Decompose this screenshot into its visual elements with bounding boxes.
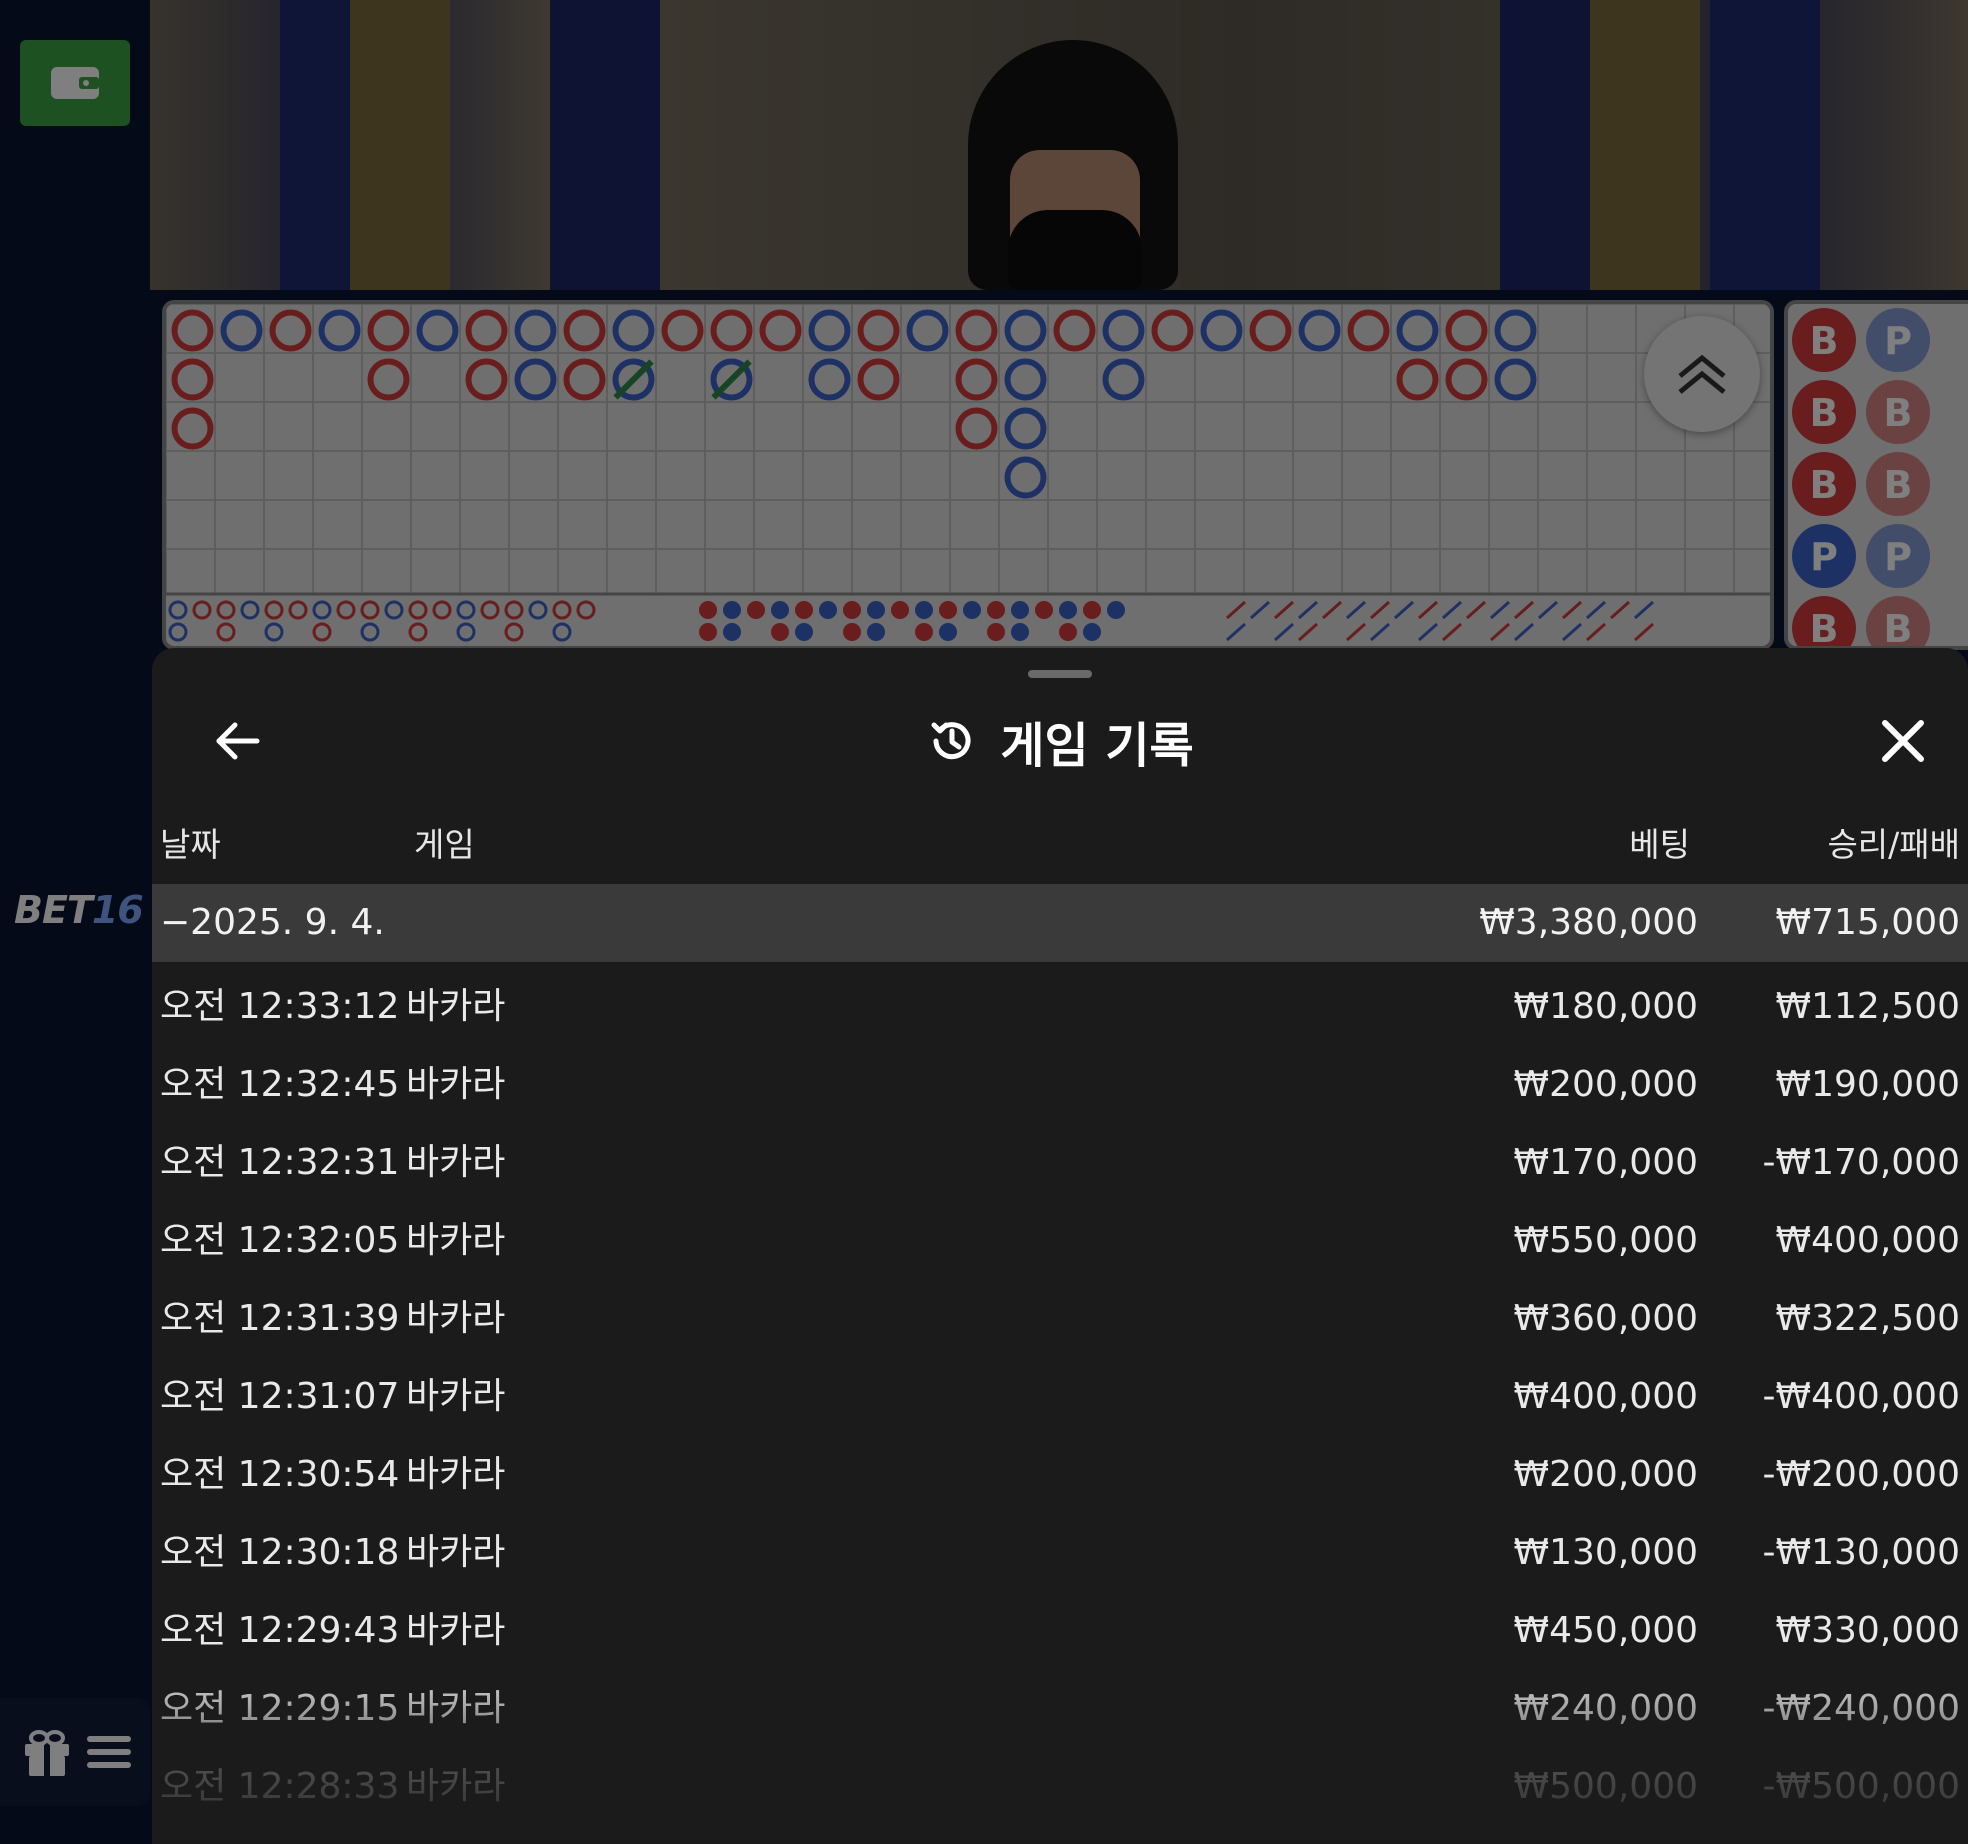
table-row[interactable]: 오전 12:32:05 바카라 ₩550,000 ₩400,000 bbox=[152, 1202, 1968, 1280]
row-game: 바카라 bbox=[406, 1688, 506, 1729]
date-group-bet-total: ₩3,380,000 bbox=[1479, 902, 1698, 943]
column-header-game: 게임 bbox=[414, 825, 475, 864]
row-time: 오전 12:32:31 bbox=[160, 1142, 400, 1183]
row-result: ₩112,500 bbox=[1775, 986, 1960, 1027]
table-row[interactable]: 오전 12:30:54 바카라 ₩200,000 -₩200,000 bbox=[152, 1436, 1968, 1514]
table-row[interactable]: 오전 12:31:07 바카라 ₩400,000 -₩400,000 bbox=[152, 1358, 1968, 1436]
column-header-bet: 베팅 bbox=[1629, 825, 1690, 864]
row-game: 바카라 bbox=[406, 1298, 506, 1339]
row-game: 바카라 bbox=[406, 1610, 506, 1651]
row-time: 오전 12:31:07 bbox=[160, 1376, 400, 1417]
row-result: ₩400,000 bbox=[1775, 1220, 1960, 1261]
row-bet: ₩400,000 bbox=[1513, 1376, 1698, 1417]
row-time: 오전 12:29:43 bbox=[160, 1610, 400, 1651]
table-row[interactable]: 오전 12:29:43 바카라 ₩450,000 ₩330,000 bbox=[152, 1592, 1968, 1670]
table-row[interactable]: 오전 12:29:15 바카라 ₩240,000 -₩240,000 bbox=[152, 1670, 1968, 1748]
row-time: 오전 12:30:54 bbox=[160, 1454, 400, 1495]
page-title: 게임 기록 bbox=[1000, 718, 1194, 774]
row-time: 오전 12:32:05 bbox=[160, 1220, 400, 1261]
table-row[interactable]: 오전 12:30:18 바카라 ₩130,000 -₩130,000 bbox=[152, 1514, 1968, 1592]
date-group-label: −2025. 9. 4. bbox=[160, 902, 385, 943]
row-time: 오전 12:32:45 bbox=[160, 1064, 400, 1105]
date-group-win-total: ₩715,000 bbox=[1775, 902, 1960, 943]
date-group-row[interactable]: −2025. 9. 4. ₩3,380,000 ₩715,000 bbox=[152, 884, 1968, 962]
row-bet: ₩240,000 bbox=[1513, 1688, 1698, 1729]
row-result: -₩130,000 bbox=[1762, 1532, 1960, 1573]
row-result: -₩400,000 bbox=[1762, 1376, 1960, 1417]
row-game: 바카라 bbox=[406, 1376, 506, 1417]
row-bet: ₩450,000 bbox=[1513, 1610, 1698, 1651]
row-bet: ₩200,000 bbox=[1513, 1454, 1698, 1495]
row-bet: ₩500,000 bbox=[1513, 1766, 1698, 1807]
app-root: BET16 bbox=[0, 0, 1968, 1844]
row-time: 오전 12:30:18 bbox=[160, 1532, 400, 1573]
table-row[interactable]: 오전 12:32:45 바카라 ₩200,000 ₩190,000 bbox=[152, 1046, 1968, 1124]
row-time: 오전 12:33:12 bbox=[160, 986, 400, 1027]
close-icon bbox=[1882, 720, 1924, 762]
row-result: -₩170,000 bbox=[1762, 1142, 1960, 1183]
row-game: 바카라 bbox=[406, 1766, 506, 1807]
row-time: 오전 12:29:15 bbox=[160, 1688, 400, 1729]
sheet-drag-handle[interactable] bbox=[1028, 670, 1092, 678]
row-bet: ₩170,000 bbox=[1513, 1142, 1698, 1183]
column-header-date: 날짜 bbox=[160, 825, 221, 864]
row-result: ₩330,000 bbox=[1775, 1610, 1960, 1651]
sheet-header: 게임 기록 bbox=[152, 708, 1968, 774]
row-game: 바카라 bbox=[406, 986, 506, 1027]
row-game: 바카라 bbox=[406, 1142, 506, 1183]
row-result: -₩500,000 bbox=[1762, 1766, 1960, 1807]
column-header-win-loss: 승리/패배 bbox=[1827, 825, 1960, 864]
row-game: 바카라 bbox=[406, 1220, 506, 1261]
game-history-sheet: 게임 기록 날짜 게임 베팅 승리/패배 −2025. 9. 4. ₩3,380… bbox=[152, 648, 1968, 1844]
row-game: 바카라 bbox=[406, 1454, 506, 1495]
row-result: -₩200,000 bbox=[1762, 1454, 1960, 1495]
row-result: ₩322,500 bbox=[1775, 1298, 1960, 1339]
row-time: 오전 12:28:33 bbox=[160, 1766, 400, 1807]
row-bet: ₩360,000 bbox=[1513, 1298, 1698, 1339]
table-row[interactable]: 오전 12:33:12 바카라 ₩180,000 ₩112,500 bbox=[152, 968, 1968, 1046]
row-result: ₩190,000 bbox=[1775, 1064, 1960, 1105]
table-row[interactable]: 오전 12:32:31 바카라 ₩170,000 -₩170,000 bbox=[152, 1124, 1968, 1202]
table-row[interactable]: 오전 12:31:39 바카라 ₩360,000 ₩322,500 bbox=[152, 1280, 1968, 1358]
table-row[interactable]: 오전 12:28:33 바카라 ₩500,000 -₩500,000 bbox=[152, 1748, 1968, 1826]
row-time: 오전 12:31:39 bbox=[160, 1298, 400, 1339]
row-bet: ₩180,000 bbox=[1513, 986, 1698, 1027]
close-button[interactable] bbox=[1868, 706, 1938, 776]
row-game: 바카라 bbox=[406, 1532, 506, 1573]
row-bet: ₩130,000 bbox=[1513, 1532, 1698, 1573]
row-bet: ₩200,000 bbox=[1513, 1064, 1698, 1105]
row-bet: ₩550,000 bbox=[1513, 1220, 1698, 1261]
row-game: 바카라 bbox=[406, 1064, 506, 1105]
row-result: -₩240,000 bbox=[1762, 1688, 1960, 1729]
history-clock-icon bbox=[931, 722, 971, 760]
